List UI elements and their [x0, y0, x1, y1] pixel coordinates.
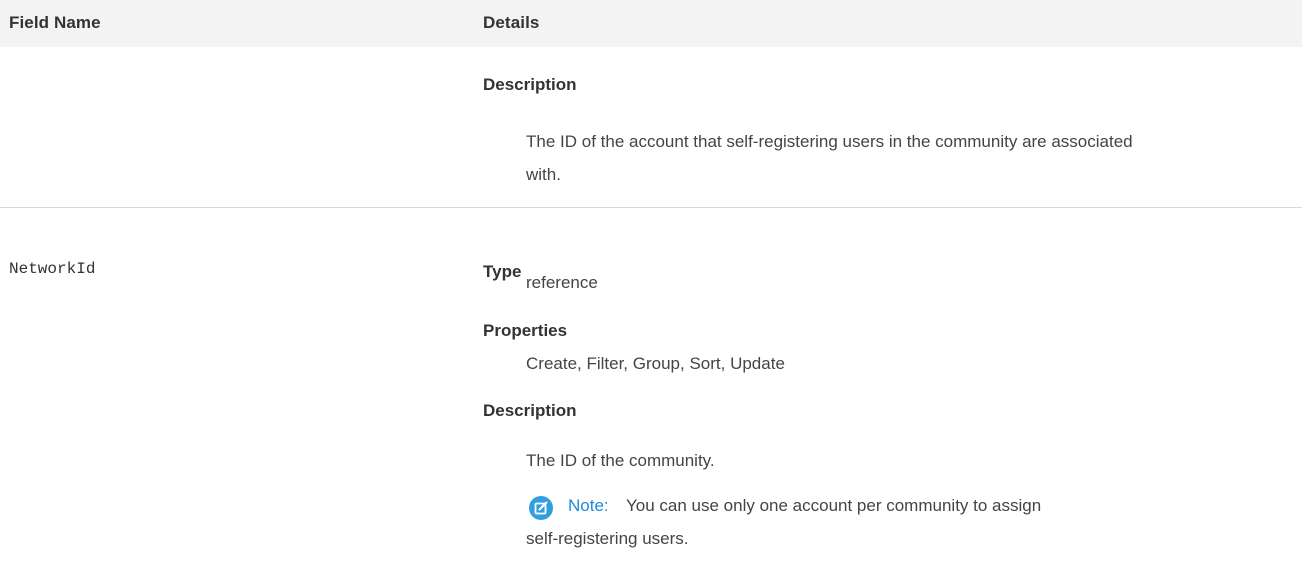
description-value: The ID of the community. [526, 451, 715, 470]
field-name-networkid: NetworkId [9, 260, 96, 278]
description-label: Description [483, 401, 577, 420]
type-value: reference [526, 273, 598, 292]
description-value-line2: with. [526, 165, 561, 184]
description-label: Description [483, 75, 577, 94]
properties-label: Properties [483, 321, 568, 340]
details-column-header: Details [483, 13, 540, 32]
note-label: Note: [568, 496, 609, 515]
note-edit-icon [529, 496, 553, 520]
note-text-line2: self-registering users. [526, 529, 689, 548]
description-value-line1: The ID of the account that self-register… [526, 132, 1133, 151]
note-text-line1: You can use only one account per communi… [626, 496, 1042, 515]
properties-value: Create, Filter, Group, Sort, Update [526, 354, 785, 373]
table-header: Field Name Details [0, 0, 1302, 47]
row-divider [0, 207, 1302, 208]
field-name-column-header: Field Name [9, 13, 101, 32]
type-label: Type [483, 262, 522, 281]
